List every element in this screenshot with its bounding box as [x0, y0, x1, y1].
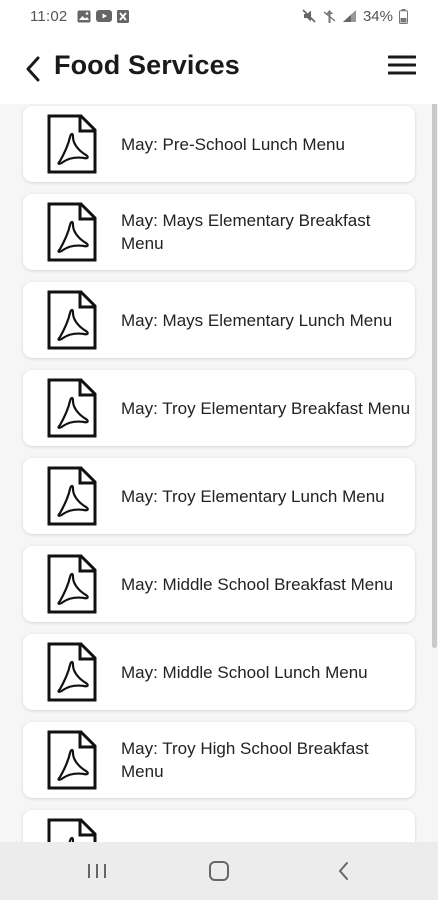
status-time: 11:02 — [30, 7, 68, 25]
pdf-file-icon — [47, 818, 97, 842]
list-item[interactable]: May: Middle School Breakfast Menu — [23, 546, 415, 622]
system-back-button[interactable] — [328, 856, 358, 886]
pdf-file-icon — [47, 466, 97, 526]
back-icon — [339, 862, 348, 880]
pdf-file-icon — [47, 554, 97, 614]
pdf-file-icon — [47, 378, 97, 438]
app-x-icon — [117, 9, 130, 23]
recent-apps-icon — [88, 864, 106, 878]
list-item-label: May: Mays Elementary Lunch Menu — [121, 310, 393, 330]
list-item-label: May: Pre-School Lunch Menu — [121, 134, 345, 154]
pdf-file-icon — [47, 642, 97, 702]
list-item-label: May: Mays Elementary Breakfast Menu — [121, 211, 371, 253]
battery-text: 34% — [362, 7, 393, 25]
list-item-label: May: Troy High School Breakfast Menu — [121, 739, 369, 781]
list-item[interactable]: May: Pre-School Lunch Menu — [23, 106, 415, 182]
list-item[interactable]: May: Mays Elementary Breakfast Menu — [23, 194, 415, 270]
list-item[interactable]: May: Troy High School Breakfast Menu — [23, 722, 415, 798]
status-system-icons: 34% — [302, 0, 408, 32]
system-nav-bar — [0, 842, 438, 900]
list-item-label: May: Middle School Breakfast Menu — [121, 574, 394, 594]
list-item-label: May: Troy High School Lunch — [121, 810, 411, 843]
battery-icon — [399, 8, 408, 24]
list-item-label: May: Troy Elementary Breakfast Menu — [121, 398, 411, 418]
app-header: Food Services — [0, 32, 438, 104]
scrollbar-thumb[interactable] — [432, 104, 437, 648]
pdf-file-icon — [47, 114, 97, 174]
recent-apps-button[interactable] — [82, 856, 112, 886]
scrollbar[interactable] — [432, 104, 438, 842]
cell-signal-icon — [342, 9, 357, 23]
menu-button[interactable] — [387, 54, 417, 80]
pdf-file-icon — [47, 730, 97, 790]
pdf-file-icon — [47, 202, 97, 262]
list-item-label: May: Middle School Lunch Menu — [121, 662, 368, 682]
list-item[interactable]: May: Troy Elementary Breakfast Menu — [23, 370, 415, 446]
status-bar: 11:02 34% — [0, 0, 438, 32]
pdf-file-icon — [47, 290, 97, 350]
list-item-label: May: Troy Elementary Lunch Menu — [121, 486, 385, 506]
back-button[interactable] — [20, 54, 46, 84]
list-item[interactable]: May: Middle School Lunch Menu — [23, 634, 415, 710]
list-item[interactable]: May: Troy Elementary Lunch Menu — [23, 458, 415, 534]
home-icon — [209, 861, 229, 881]
youtube-icon — [96, 10, 113, 22]
document-list[interactable]: May: Pre-School Lunch Menu May: Mays Ele… — [0, 104, 438, 842]
page-title: Food Services — [54, 50, 240, 80]
list-item[interactable]: May: Mays Elementary Lunch Menu — [23, 282, 415, 358]
status-notification-icons — [77, 9, 130, 23]
home-button[interactable] — [204, 856, 234, 886]
data-signal-icon — [323, 9, 336, 24]
mute-icon — [302, 9, 317, 23]
list-item[interactable]: May: Troy High School Lunch — [23, 810, 415, 842]
hamburger-menu-icon — [387, 55, 417, 75]
chevron-left-icon — [26, 56, 40, 82]
gallery-icon — [77, 10, 91, 23]
